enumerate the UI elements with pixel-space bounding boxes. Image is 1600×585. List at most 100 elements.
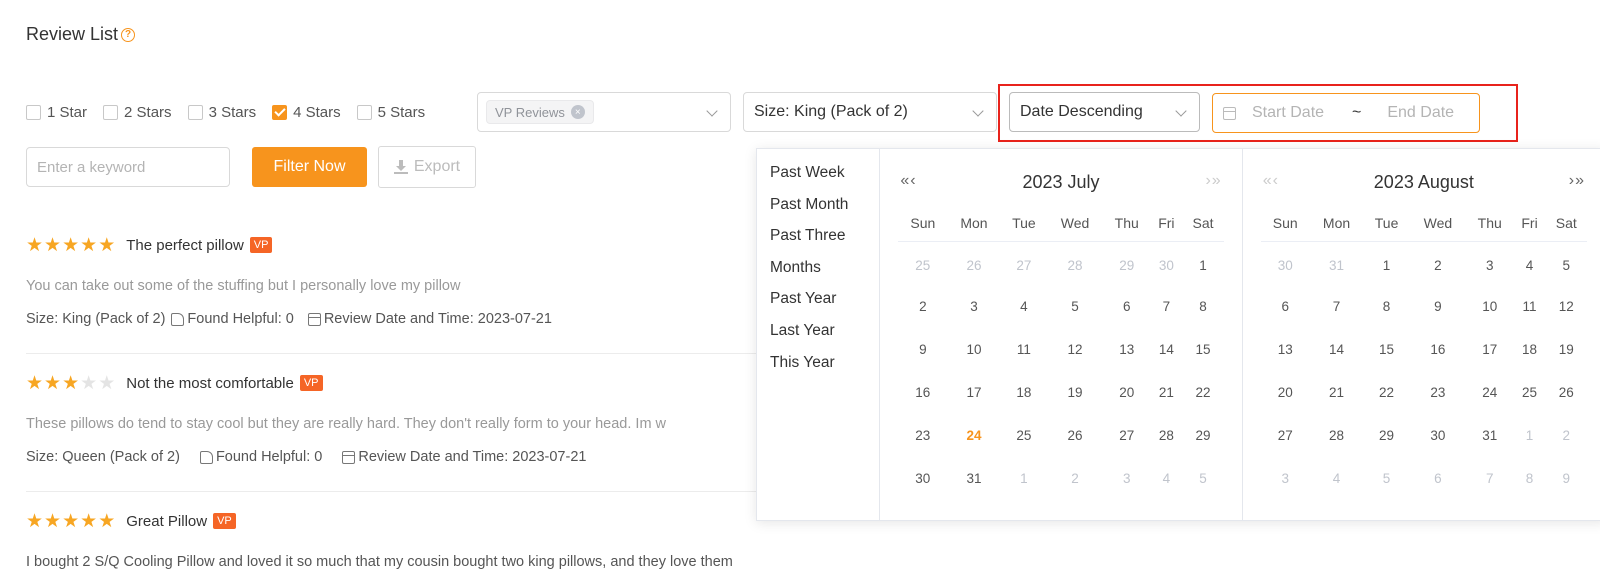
calendar-day[interactable]: 7: [1466, 457, 1513, 500]
start-date-input[interactable]: Start Date: [1252, 104, 1352, 122]
end-date-input[interactable]: End Date: [1387, 104, 1454, 122]
calendar-day[interactable]: 14: [1150, 328, 1182, 371]
calendar-day[interactable]: 5: [1182, 457, 1223, 500]
shortcut-last-year[interactable]: Last Year: [757, 319, 879, 351]
filter-2-stars[interactable]: 2 Stars: [103, 104, 172, 121]
calendar-day[interactable]: 31: [947, 457, 1000, 500]
calendar-day[interactable]: 27: [1261, 414, 1310, 457]
checkbox-5-stars[interactable]: [356, 104, 372, 120]
calendar-day[interactable]: 2: [1546, 414, 1587, 457]
calendar-day[interactable]: 26: [1047, 414, 1103, 457]
calendar-day[interactable]: 7: [1310, 285, 1364, 328]
calendar-day[interactable]: 3: [1466, 242, 1513, 285]
calendar-day[interactable]: 14: [1310, 328, 1364, 371]
calendar-day[interactable]: 12: [1047, 328, 1103, 371]
keyword-input[interactable]: Enter a keyword: [26, 147, 230, 187]
checkbox-4-stars[interactable]: [272, 104, 288, 120]
calendar-day[interactable]: 2: [1047, 457, 1103, 500]
calendar-day[interactable]: 4: [1513, 242, 1545, 285]
calendar-day[interactable]: 25: [1513, 371, 1545, 414]
calendar-day[interactable]: 27: [1001, 242, 1047, 285]
calendar-day[interactable]: 28: [1310, 414, 1364, 457]
shortcut-past-week[interactable]: Past Week: [757, 161, 879, 193]
calendar-day[interactable]: 8: [1513, 457, 1545, 500]
filter-3-stars[interactable]: 3 Stars: [187, 104, 256, 121]
date-range-picker[interactable]: Start Date ~ End Date: [1212, 93, 1480, 133]
calendar-day[interactable]: 17: [1466, 328, 1513, 371]
next-month-year-icon[interactable]: ›»: [1569, 172, 1585, 190]
calendar-day[interactable]: 26: [947, 242, 1000, 285]
calendar-day[interactable]: 29: [1363, 414, 1409, 457]
calendar-day[interactable]: 30: [1261, 242, 1310, 285]
calendar-day[interactable]: 1: [1001, 457, 1047, 500]
calendar-day[interactable]: 27: [1103, 414, 1150, 457]
next-month-year-icon[interactable]: ›»: [1205, 172, 1221, 190]
tag-close-icon[interactable]: ×: [570, 105, 585, 119]
calendar-day[interactable]: 29: [1103, 242, 1150, 285]
review-type-select[interactable]: VP Reviews ×: [477, 92, 731, 132]
calendar-day[interactable]: 6: [1261, 285, 1310, 328]
calendar-day[interactable]: 8: [1363, 285, 1409, 328]
calendar-day[interactable]: 17: [947, 371, 1000, 414]
prev-year-month-icon[interactable]: «‹: [1263, 172, 1279, 190]
calendar-day[interactable]: 21: [1310, 371, 1364, 414]
calendar-day[interactable]: 19: [1546, 328, 1587, 371]
calendar-day[interactable]: 2: [898, 285, 947, 328]
filter-1-star[interactable]: 1 Star: [26, 104, 87, 121]
calendar-day[interactable]: 26: [1546, 371, 1587, 414]
shortcut-past-month[interactable]: Past Month: [757, 193, 879, 225]
calendar-day[interactable]: 11: [1513, 285, 1545, 328]
calendar-day[interactable]: 25: [898, 242, 947, 285]
calendar-day[interactable]: 5: [1363, 457, 1409, 500]
calendar-day[interactable]: 15: [1182, 328, 1223, 371]
calendar-day[interactable]: 30: [898, 457, 947, 500]
calendar-day[interactable]: 1: [1513, 414, 1545, 457]
calendar-day[interactable]: 4: [1001, 285, 1047, 328]
calendar-day[interactable]: 24: [1466, 371, 1513, 414]
checkbox-3-stars[interactable]: [187, 104, 203, 120]
checkbox-1-star[interactable]: [26, 104, 41, 120]
calendar-day[interactable]: 4: [1150, 457, 1182, 500]
calendar-day[interactable]: 21: [1150, 371, 1182, 414]
calendar-day[interactable]: 4: [1310, 457, 1364, 500]
filter-5-stars[interactable]: 5 Stars: [356, 104, 425, 121]
checkbox-2-stars[interactable]: [103, 104, 119, 120]
filter-4-stars[interactable]: 4 Stars: [272, 104, 341, 121]
calendar-day[interactable]: 10: [947, 328, 1000, 371]
calendar-day[interactable]: 10: [1466, 285, 1513, 328]
prev-year-month-icon[interactable]: «‹: [900, 172, 916, 190]
calendar-day[interactable]: 9: [1410, 285, 1466, 328]
calendar-day[interactable]: 30: [1410, 414, 1466, 457]
shortcut-months[interactable]: Months: [757, 256, 879, 288]
calendar-day[interactable]: 5: [1047, 285, 1103, 328]
calendar-day[interactable]: 6: [1103, 285, 1150, 328]
calendar-day[interactable]: 31: [1310, 242, 1364, 285]
calendar-day[interactable]: 16: [1410, 328, 1466, 371]
calendar-day[interactable]: 22: [1182, 371, 1223, 414]
calendar-day[interactable]: 1: [1363, 242, 1409, 285]
calendar-day[interactable]: 13: [1103, 328, 1150, 371]
calendar-day[interactable]: 13: [1261, 328, 1310, 371]
export-button[interactable]: Export: [378, 146, 476, 188]
calendar-day[interactable]: 3: [1103, 457, 1150, 500]
calendar-day[interactable]: 31: [1466, 414, 1513, 457]
help-icon[interactable]: ?: [121, 27, 136, 42]
calendar-day[interactable]: 19: [1047, 371, 1103, 414]
calendar-day[interactable]: 8: [1182, 285, 1223, 328]
filter-now-button[interactable]: Filter Now: [252, 147, 367, 187]
calendar-day[interactable]: 20: [1103, 371, 1150, 414]
calendar-day[interactable]: 15: [1363, 328, 1409, 371]
shortcut-past-three[interactable]: Past Three: [757, 224, 879, 256]
calendar-day[interactable]: 18: [1001, 371, 1047, 414]
calendar-day[interactable]: 22: [1363, 371, 1409, 414]
calendar-day[interactable]: 30: [1150, 242, 1182, 285]
calendar-day[interactable]: 23: [1410, 371, 1466, 414]
calendar-day[interactable]: 18: [1513, 328, 1545, 371]
calendar-day[interactable]: 23: [898, 414, 947, 457]
calendar-day[interactable]: 6: [1410, 457, 1466, 500]
calendar-day[interactable]: 9: [1546, 457, 1587, 500]
shortcut-past-year[interactable]: Past Year: [757, 287, 879, 319]
calendar-day[interactable]: 9: [898, 328, 947, 371]
calendar-day[interactable]: 5: [1546, 242, 1587, 285]
calendar-day[interactable]: 1: [1182, 242, 1223, 285]
